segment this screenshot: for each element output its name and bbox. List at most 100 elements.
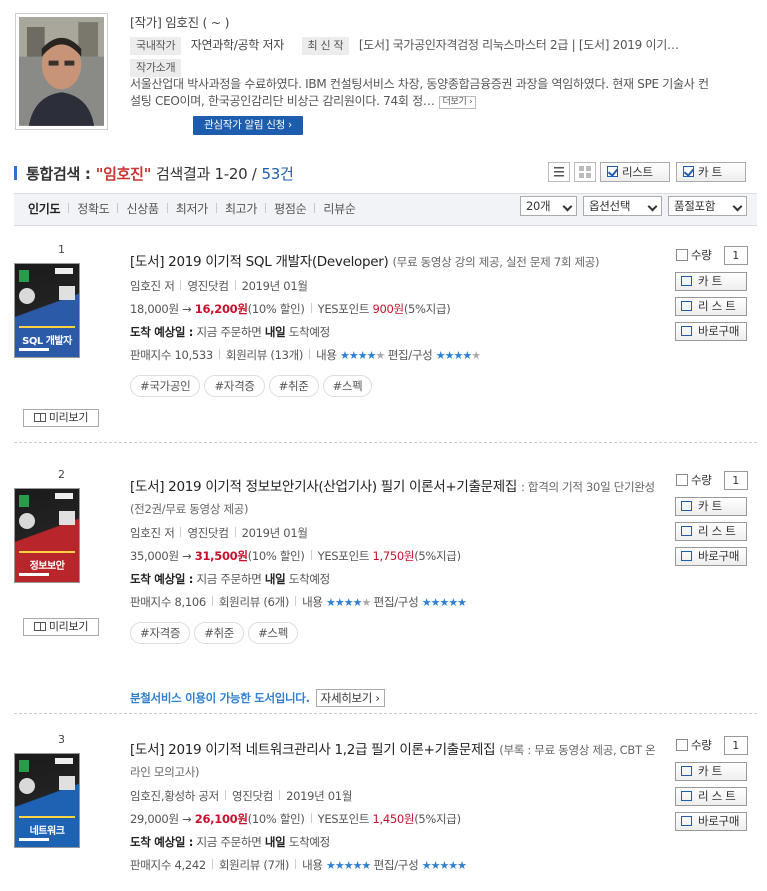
book-title-link[interactable]: [도서] 2019 이기적 정보보안기사(산업기사) 필기 이론서+기출문제집 — [130, 479, 517, 495]
sales-index: 판매지수 8,106 — [130, 595, 206, 609]
book-price: 35,000원 → 31,500원(10% 할인) YES포인트 1,750원(5… — [130, 548, 461, 564]
preview-label: 미리보기 — [48, 411, 89, 424]
select-checkbox[interactable] — [676, 739, 688, 751]
book-publisher[interactable]: 영진닷컴 — [187, 526, 228, 540]
section-marker — [14, 166, 17, 180]
sales-index: 판매지수 10,533 — [130, 348, 213, 362]
cart-button[interactable]: 카 트 — [675, 762, 747, 781]
book-author[interactable]: 임호진 저 — [130, 526, 175, 540]
book-stats: 판매지수 4,242 회원리뷰 (7개) 내용 ★★★★★ 편집/구성 ★★★★★ — [130, 857, 467, 873]
arrival-text: 지금 주문하면 — [196, 572, 262, 586]
book-date: 2019년 01월 — [286, 789, 353, 803]
qty-label: 수량 — [691, 473, 712, 487]
latest-works-tag: 최 신 작 — [301, 37, 350, 55]
hashtag-chip[interactable]: #스펙 — [322, 375, 373, 397]
sale-price: 31,500원 — [194, 549, 248, 563]
cart-icon — [681, 766, 692, 776]
add-to-list-button[interactable]: 리스트 — [600, 162, 670, 182]
preview-button[interactable]: 미리보기 — [23, 618, 99, 636]
latest-works-links[interactable]: [도서] 국가공인자격검정 리눅스마스터 2급 | [도서] 2019 이기… — [359, 38, 679, 52]
arrival-day: 내일 — [264, 572, 286, 586]
cart-button[interactable]: 카 트 — [675, 272, 747, 291]
author-intro: 서울산업대 박사과정을 수료하였다. IBM 컨설팅서비스 차장, 동양종합금융… — [130, 76, 710, 110]
book-price: 29,000원 → 26,100원(10% 할인) YES포인트 1,450원(5… — [130, 811, 461, 827]
sale-price: 26,100원 — [194, 812, 248, 826]
cart-button[interactable]: 카 트 — [675, 497, 747, 516]
sort-highest-price[interactable]: 최고가 — [225, 200, 258, 217]
sort-lowest-price[interactable]: 최저가 — [176, 200, 209, 217]
search-result-title: 통합검색 : "임호진" 검색결과 1-20 / 53건 — [26, 163, 294, 184]
sort-reviews[interactable]: 리뷰순 — [323, 200, 356, 217]
select-checkbox[interactable] — [676, 474, 688, 486]
qty-input[interactable]: 1 — [723, 471, 748, 490]
sort-accuracy[interactable]: 정확도 — [77, 200, 110, 217]
points-value: 900원 — [372, 302, 404, 316]
sort-newest[interactable]: 신상품 — [126, 200, 159, 217]
rental-detail-button[interactable]: 자세히보기 › — [315, 689, 385, 707]
cart-button-label: 카 트 — [698, 499, 722, 513]
buy-now-button[interactable]: 바로구매 — [675, 812, 747, 831]
author-more-button[interactable]: 더보기 › — [438, 96, 477, 109]
discount-rate: (10% 할인) — [247, 812, 305, 826]
book-cover[interactable]: 네트워크 — [14, 753, 80, 848]
per-page-select[interactable]: 20개 — [520, 196, 577, 216]
hashtag-chip[interactable]: #취준 — [268, 375, 319, 397]
sort-popularity[interactable]: 인기도 — [28, 200, 61, 217]
qty-row: 수량 1 — [676, 471, 748, 490]
book-author[interactable]: 임호진 저 — [130, 279, 175, 293]
book-cover[interactable]: 정보보안 — [14, 488, 80, 583]
arrival-day: 내일 — [264, 835, 286, 849]
search-result-range: 검색결과 1-20 / — [156, 165, 257, 183]
sales-index: 판매지수 4,242 — [130, 858, 206, 872]
buy-now-button[interactable]: 바로구매 — [675, 322, 747, 341]
book-publisher[interactable]: 영진닷컴 — [232, 789, 273, 803]
book-cover[interactable]: SQL 개발자 — [14, 263, 80, 358]
cart-button-label: 카 트 — [698, 274, 722, 288]
author-alert-button[interactable]: 관심작가 알림 신청 › — [193, 116, 303, 135]
book-rank: 3 — [58, 733, 65, 746]
stock-select[interactable]: 품절포함 — [668, 196, 747, 216]
edit-rating-stars: ★★★★★ — [421, 596, 467, 609]
book-author[interactable]: 임호진,황성하 공저 — [130, 789, 219, 803]
book-meta: 임호진 저 영진닷컴 2019년 01월 — [130, 525, 308, 541]
preview-button[interactable]: 미리보기 — [23, 409, 99, 427]
author-photo[interactable] — [15, 13, 108, 130]
hashtag-chip[interactable]: #국가공인 — [130, 375, 201, 397]
book-open-icon — [33, 413, 46, 422]
add-to-cart-button[interactable]: 카 트 — [676, 162, 746, 182]
wishlist-button[interactable]: 리 스 트 — [675, 297, 747, 316]
points-rate: (5%지급) — [414, 812, 461, 826]
edit-rating-label: 편집/구성 — [373, 595, 419, 609]
rental-service-notice: 분철서비스 이용이 가능한 도서입니다. 자세히보기 › — [130, 689, 385, 707]
hashtag-chip[interactable]: #자격증 — [204, 375, 265, 397]
sort-options: 인기도 정확도 신상품 최저가 최고가 평점순 리뷰순 — [28, 200, 356, 217]
qty-label: 수량 — [691, 248, 712, 262]
hashtag-chip[interactable]: #자격증 — [130, 622, 191, 644]
qty-row: 수량 1 — [676, 246, 748, 265]
grid-view-icon[interactable] — [574, 162, 596, 182]
list-view-icon[interactable] — [548, 162, 570, 182]
wishlist-button[interactable]: 리 스 트 — [675, 787, 747, 806]
book-title-link[interactable]: [도서] 2019 이기적 네트워크관리사 1,2급 필기 이론+기출문제집 — [130, 742, 496, 758]
review-count-link[interactable]: 회원리뷰 (7개) — [219, 858, 289, 872]
buy-now-button[interactable]: 바로구매 — [675, 547, 747, 566]
hashtag-chip[interactable]: #취준 — [194, 622, 245, 644]
author-name-line[interactable]: [작가] 임호진 ( ~ ) — [130, 12, 229, 31]
review-count-link[interactable]: 회원리뷰 (13개) — [226, 348, 303, 362]
option-select[interactable]: 옵션선택 — [583, 196, 662, 216]
select-checkbox[interactable] — [676, 249, 688, 261]
wishlist-button[interactable]: 리 스 트 — [675, 522, 747, 541]
arrival-estimate: 도착 예상일 : 지금 주문하면 내일 도착예정 — [130, 324, 330, 340]
book-publisher[interactable]: 영진닷컴 — [187, 279, 228, 293]
author-more-label: 더보기 — [442, 97, 467, 107]
arrival-day: 내일 — [264, 325, 286, 339]
edit-rating-stars: ★★★★★ — [421, 859, 467, 872]
book-title-link[interactable]: [도서] 2019 이기적 SQL 개발자(Developer) — [130, 254, 389, 270]
qty-input[interactable]: 1 — [723, 736, 748, 755]
book-rank: 1 — [58, 243, 65, 256]
qty-input[interactable]: 1 — [723, 246, 748, 265]
sort-rating[interactable]: 평점순 — [274, 200, 307, 217]
book-date: 2019년 01월 — [241, 526, 308, 540]
hashtag-chip[interactable]: #스펙 — [248, 622, 298, 644]
review-count-link[interactable]: 회원리뷰 (6개) — [219, 595, 289, 609]
